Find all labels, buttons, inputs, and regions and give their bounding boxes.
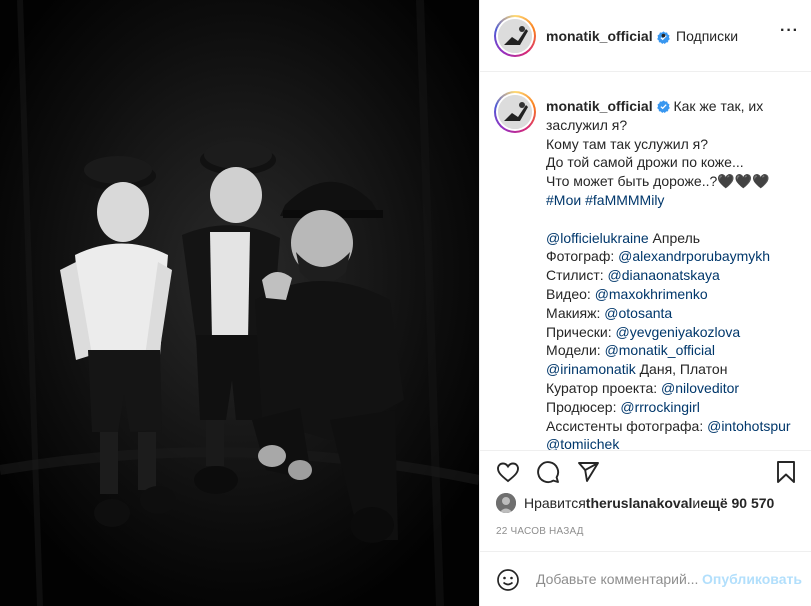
header-separator: • xyxy=(661,27,666,43)
mention-photographer[interactable]: @alexandrporubaymykh xyxy=(618,248,770,264)
verified-badge-icon xyxy=(656,100,670,113)
smiley-icon[interactable] xyxy=(496,568,520,592)
caption-line: заслужил я? xyxy=(546,116,628,133)
credit-label: Прически: xyxy=(546,323,616,340)
caption-area: monatik_official Как же так, их заслужил… xyxy=(480,73,811,450)
credit-label: Модели: xyxy=(546,342,605,359)
credit-label: Ассистенты фотографа: xyxy=(546,417,708,434)
caption-hashtags[interactable]: #Мои #faMMMMily xyxy=(546,191,798,210)
comment-box: Добавьте комментарий... Опубликовать xyxy=(480,551,811,606)
avatar-photo xyxy=(498,19,532,53)
likes-count[interactable]: ещё 90 570 xyxy=(700,495,774,511)
mention-hair[interactable]: @yevgeniyakozlova xyxy=(615,324,740,340)
mention-makeup[interactable]: @otosanta xyxy=(604,305,672,321)
share-icon[interactable] xyxy=(576,460,600,484)
publish-button[interactable]: Опубликовать xyxy=(702,571,802,587)
credit-label: Куратор проекта: xyxy=(546,379,662,396)
caption-line: До той самой дрожи по коже... xyxy=(546,154,744,171)
likes-middle: и xyxy=(692,495,701,511)
mention-magazine[interactable]: @lofficielukraine xyxy=(546,230,649,246)
post-sidebar: monatik_official • Подписки ··· monatik_… xyxy=(479,0,811,606)
author-avatar[interactable] xyxy=(494,15,536,57)
credit-month: Апрель xyxy=(648,229,701,246)
caption-line: Как же так, их xyxy=(673,98,764,114)
post-header: monatik_official • Подписки ··· xyxy=(480,0,811,72)
liker-username[interactable]: theruslanakoval xyxy=(586,495,693,511)
caption-username[interactable]: monatik_official xyxy=(546,98,653,114)
caption-line: Кому там так услужил я? xyxy=(546,135,709,152)
mention-producer[interactable]: @rrrockingirl xyxy=(620,399,700,415)
mention-model[interactable]: @irinamonatik xyxy=(546,361,636,377)
mention-model[interactable]: @monatik_official xyxy=(605,342,715,358)
heart-icon[interactable] xyxy=(496,460,520,484)
mention-assistant[interactable]: @tomiichek xyxy=(546,436,619,450)
comment-input[interactable]: Добавьте комментарий... xyxy=(536,571,698,587)
likes-summary[interactable]: Нравится theruslanakoval и ещё 90 570 xyxy=(496,491,774,515)
credit-label: Фотограф: xyxy=(546,248,619,265)
post-timestamp[interactable]: 22 часов назад xyxy=(496,526,584,537)
mention-video[interactable]: @maxokhrimenko xyxy=(595,286,708,302)
credit-label: Видео: xyxy=(546,285,595,302)
mention-assistant[interactable]: @intohotspur xyxy=(707,418,790,434)
author-username[interactable]: monatik_official xyxy=(546,28,653,44)
caption-text: monatik_official Как же так, их заслужил… xyxy=(546,97,798,450)
post-photo-image xyxy=(0,0,479,606)
credit-label: Макияж: xyxy=(546,304,605,321)
credit-models-names: Даня, Платон xyxy=(635,361,728,378)
liker-avatar[interactable] xyxy=(496,493,516,513)
credit-label: Стилист: xyxy=(546,267,608,284)
caption-author-avatar[interactable] xyxy=(494,91,536,133)
mention-stylist[interactable]: @dianaonatskaya xyxy=(608,267,720,283)
following-button[interactable]: Подписки xyxy=(676,28,738,44)
post-photo[interactable] xyxy=(0,0,479,606)
credit-label: Продюсер: xyxy=(546,398,621,415)
post-actions: Нравится theruslanakoval и ещё 90 570 22… xyxy=(480,450,811,606)
likes-prefix: Нравится xyxy=(524,495,586,511)
comment-icon[interactable] xyxy=(536,460,560,484)
bookmark-icon[interactable] xyxy=(774,460,798,484)
caption-line: Что может быть дороже..?🖤🖤🖤 xyxy=(546,173,770,190)
mention-curator[interactable]: @niloveditor xyxy=(661,380,739,396)
avatar-photo xyxy=(498,95,532,129)
more-options-icon[interactable]: ··· xyxy=(780,22,799,40)
